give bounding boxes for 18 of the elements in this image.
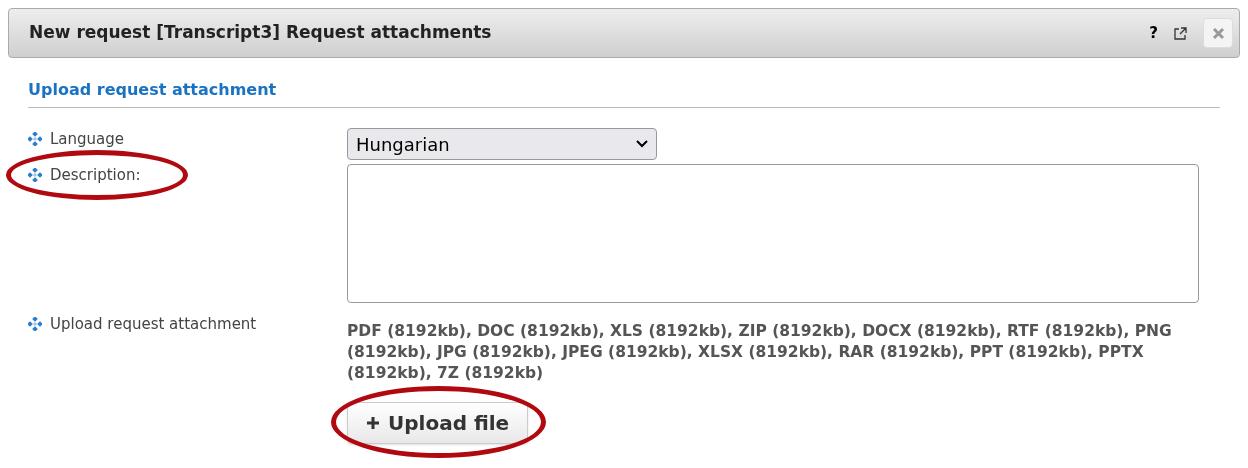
field-label: Language (50, 128, 125, 150)
field-label: Description: (50, 164, 141, 186)
popout-icon[interactable] (1174, 26, 1187, 40)
diamond-bullet-icon (28, 132, 42, 146)
plus-icon (366, 416, 380, 430)
field-label: Upload request attachment (50, 313, 257, 335)
close-icon (1211, 26, 1225, 40)
language-select[interactable]: Hungarian (347, 128, 657, 160)
section-title: Upload request attachment (28, 79, 278, 101)
allowed-file-types: PDF (8192kb), DOC (8192kb), XLS (8192kb), ZIP (8192kb), DOCX (8192kb), RTF (8192kb), PNG (8192kb), JPG (8192kb), JPEG (8192kb), XLSX (8192kb), RAR (8192kb), PPT (8192kb), PPTX (8192kb), 7Z (8192kb) (347, 321, 1173, 384)
diamond-bullet-icon (28, 168, 42, 182)
close-button[interactable] (1203, 18, 1233, 48)
description-field[interactable] (347, 164, 1199, 303)
window-title: New request [Transcript3] Request attachments (29, 21, 492, 45)
upload-file-button[interactable]: Upload file (347, 402, 529, 444)
help-button[interactable]: ? (1149, 21, 1158, 45)
chevron-down-icon (636, 140, 648, 148)
diamond-bullet-icon (28, 317, 42, 331)
